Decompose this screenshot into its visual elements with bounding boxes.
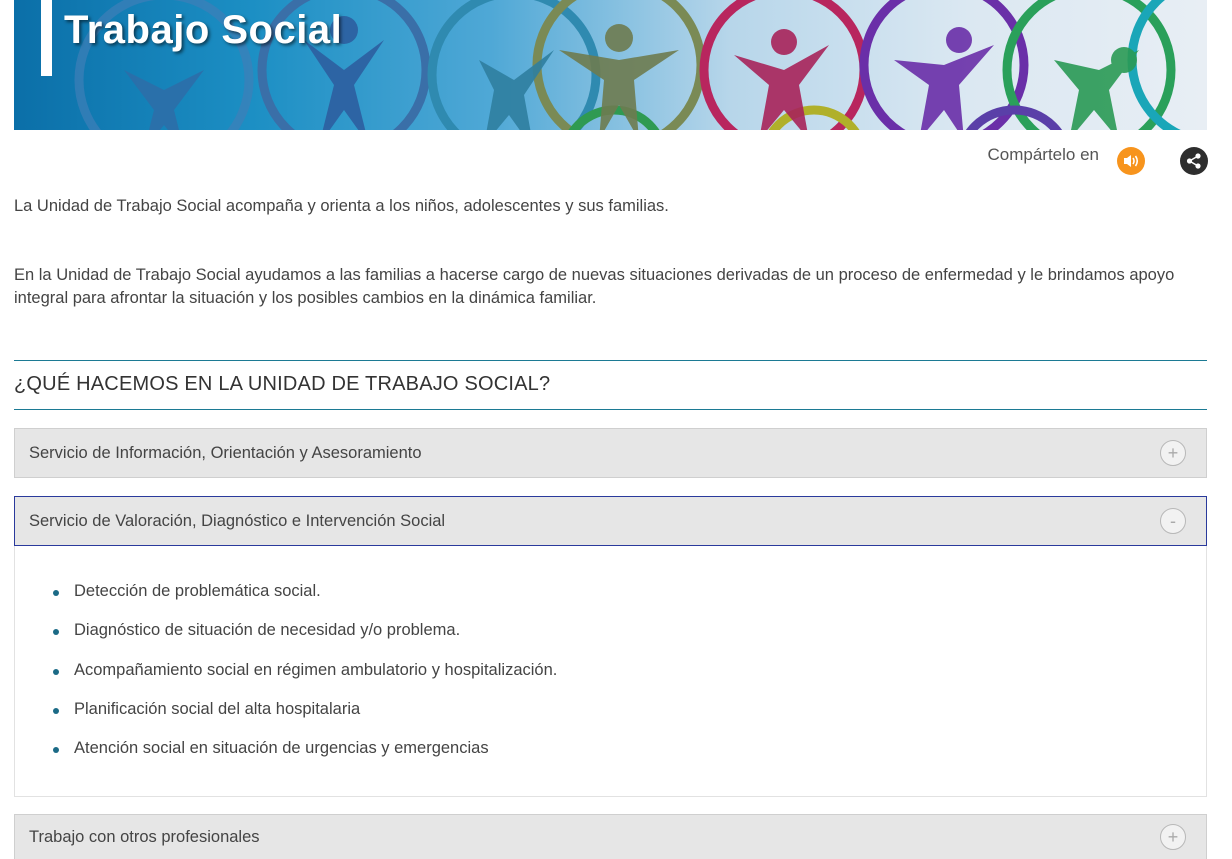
speaker-icon[interactable] <box>1117 147 1145 175</box>
accordion-title: Trabajo con otros profesionales <box>29 827 260 846</box>
accordion-title: Servicio de Valoración, Diagnóstico e In… <box>29 511 446 530</box>
accordion-item-profesionales: Trabajo con otros profesionales + <box>14 814 1207 859</box>
banner-accent-bar <box>41 0 52 76</box>
service-list: Detección de problemática social. Diagnó… <box>15 582 1206 778</box>
description-paragraph: En la Unidad de Trabajo Social ayudamos … <box>14 266 1175 307</box>
share-icon[interactable] <box>1180 147 1208 175</box>
plus-icon[interactable]: + <box>1160 824 1186 850</box>
intro-paragraph: La Unidad de Trabajo Social acompaña y o… <box>14 197 669 215</box>
bullet-icon <box>53 590 59 596</box>
bullet-icon <box>53 668 59 675</box>
bullet-icon <box>53 747 59 754</box>
accordion-header-informacion[interactable]: Servicio de Información, Orientación y A… <box>14 428 1207 478</box>
list-item: Atención social en situación de urgencia… <box>53 739 1206 778</box>
list-item: Diagnóstico de situación de necesidad y/… <box>53 621 1206 660</box>
list-item-text: Atención social en situación de urgencia… <box>74 739 489 758</box>
list-item-text: Diagnóstico de situación de necesidad y/… <box>74 621 461 640</box>
bullet-icon <box>53 707 59 714</box>
minus-icon[interactable]: - <box>1160 508 1186 534</box>
share-row: Compártelo en <box>987 143 1208 179</box>
page: Trabajo Social Compártelo en La Unidad d… <box>0 0 1232 859</box>
hero-banner: Trabajo Social <box>14 0 1207 130</box>
list-item: Detección de problemática social. <box>53 582 1206 621</box>
list-item-text: Detección de problemática social. <box>74 582 321 600</box>
accordion-item-valoracion: Servicio de Valoración, Diagnóstico e In… <box>14 496 1207 797</box>
list-item-text: Planificación social del alta hospitalar… <box>74 699 361 718</box>
list-item: Acompañamiento social en régimen ambulat… <box>53 661 1206 700</box>
accordion-title: Servicio de Información, Orientación y A… <box>29 443 422 462</box>
accordion-header-profesionales[interactable]: Trabajo con otros profesionales + <box>14 814 1207 859</box>
accordion-panel-valoracion: Detección de problemática social. Diagnó… <box>14 546 1207 797</box>
section-heading: ¿QUÉ HACEMOS EN LA UNIDAD DE TRABAJO SOC… <box>14 360 1207 410</box>
list-item: Planificación social del alta hospitalar… <box>53 700 1206 739</box>
list-item-text: Acompañamiento social en régimen ambulat… <box>74 660 558 679</box>
page-title: Trabajo Social <box>64 8 343 52</box>
bullet-icon <box>53 629 59 636</box>
plus-icon[interactable]: + <box>1160 440 1186 466</box>
accordion-item-informacion: Servicio de Información, Orientación y A… <box>14 428 1207 478</box>
share-label: Compártelo en <box>987 145 1099 164</box>
accordion-header-valoracion[interactable]: Servicio de Valoración, Diagnóstico e In… <box>14 496 1207 546</box>
